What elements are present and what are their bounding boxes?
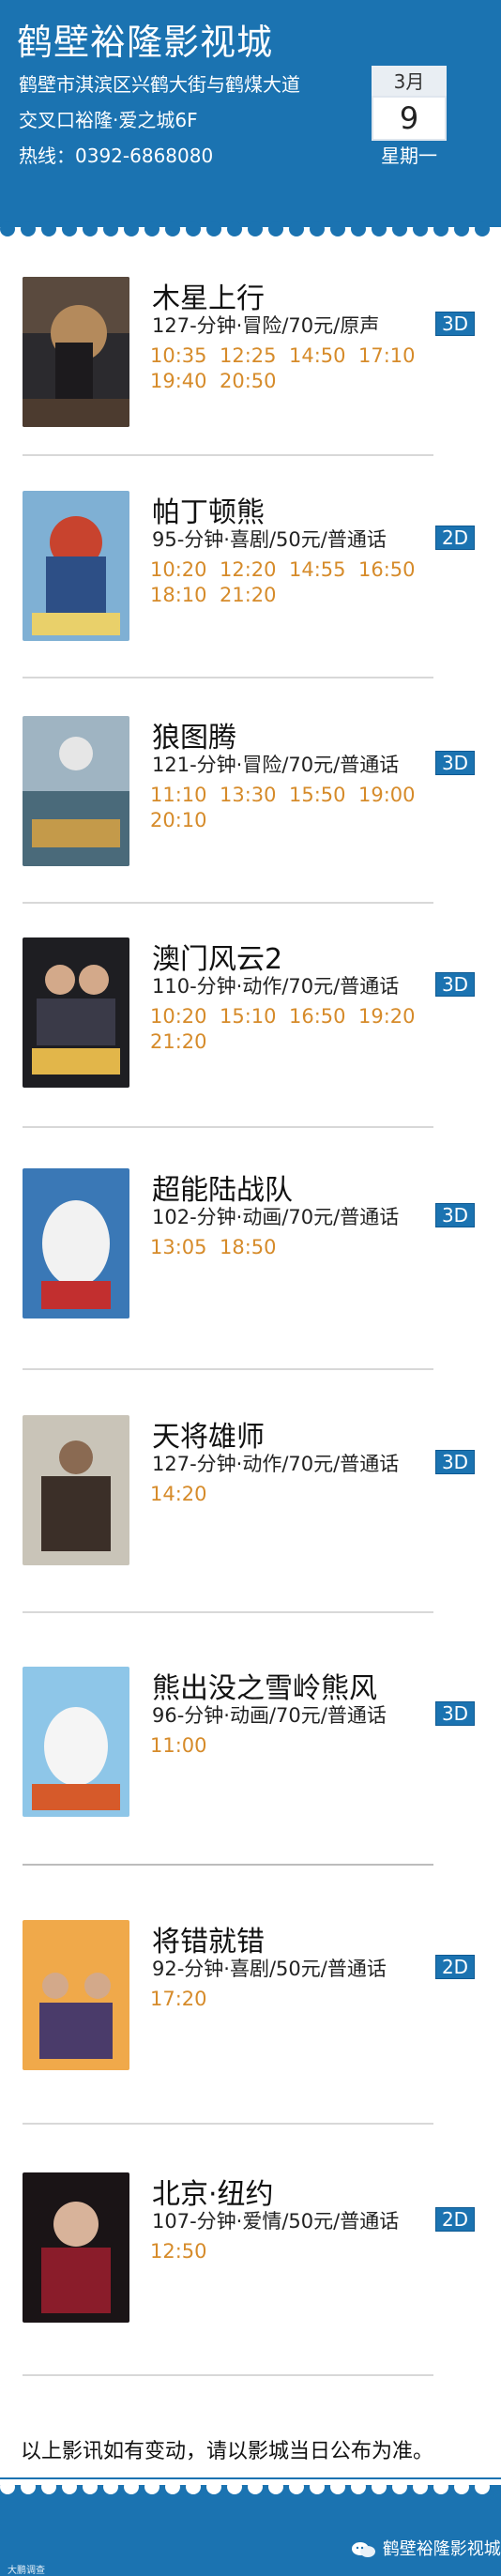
format-badge: 2D <box>435 1955 475 1979</box>
showtimes: 10:35 12:25 14:50 17:10 19:40 20:50 <box>150 344 450 395</box>
showtime[interactable]: 19:40 <box>150 370 220 392</box>
showtime[interactable]: 17:10 <box>358 344 428 367</box>
showtimes: 12:50 <box>150 2240 450 2265</box>
showtime[interactable]: 18:50 <box>220 1236 289 1258</box>
showtimes: 11:10 13:30 15:50 19:00 20:10 <box>150 784 450 834</box>
address-line-2: 交叉口裕隆·爱之城6F <box>19 109 198 131</box>
movie-info: 96-分钟·动画/70元/普通话 <box>152 1704 387 1727</box>
showtime[interactable]: 10:35 <box>150 344 220 367</box>
poster-image <box>23 2172 129 2323</box>
showtime[interactable]: 14:20 <box>150 1483 220 1505</box>
divider <box>23 2374 433 2376</box>
poster-image <box>23 716 129 866</box>
divider <box>23 902 433 904</box>
poster-image <box>23 1667 129 1817</box>
showtime[interactable]: 20:10 <box>150 809 220 831</box>
poster-image <box>23 937 129 1088</box>
showtime[interactable]: 16:50 <box>358 558 428 581</box>
divider <box>23 2123 433 2125</box>
showtime[interactable]: 20:50 <box>220 370 289 392</box>
wechat-account-name: 鹤壁裕隆影视城 <box>382 2539 501 2559</box>
format-badge: 3D <box>435 1450 475 1474</box>
address-line-1: 鹤壁市淇滨区兴鹤大街与鹤煤大道 <box>19 73 300 96</box>
format-badge: 3D <box>435 972 475 997</box>
poster-image <box>23 1168 129 1318</box>
scallop-top-edge <box>0 221 501 240</box>
date-calendar: 3月 9 星期一 <box>372 66 447 167</box>
divider <box>23 1611 433 1613</box>
showtime[interactable]: 11:00 <box>150 1734 220 1757</box>
showtime[interactable]: 14:50 <box>289 344 358 367</box>
date-month: 3月 <box>372 66 447 98</box>
divider <box>23 1368 433 1370</box>
showtime[interactable]: 15:10 <box>220 1005 289 1028</box>
divider <box>23 454 433 456</box>
movie-info: 95-分钟·喜剧/50元/普通话 <box>152 528 387 551</box>
movie-info: 102-分钟·动画/70元/普通话 <box>152 1206 400 1228</box>
showtimes: 10:20 12:20 14:55 16:50 18:10 21:20 <box>150 558 450 609</box>
header: 鹤壁裕隆影视城 鹤壁市淇滨区兴鹤大街与鹤煤大道 交叉口裕隆·爱之城6F 热线：0… <box>0 0 501 227</box>
showtime[interactable]: 21:20 <box>220 584 289 606</box>
movie-info: 92-分钟·喜剧/50元/普通话 <box>152 1958 387 1980</box>
movie-info: 127-分钟·冒险/70元/原声 <box>152 314 380 337</box>
showtime[interactable]: 18:10 <box>150 584 220 606</box>
showtimes: 17:20 <box>150 1988 450 2013</box>
divider <box>23 677 433 678</box>
showtimes: 11:00 <box>150 1734 450 1760</box>
showtime[interactable]: 19:20 <box>358 1005 428 1028</box>
showtime[interactable]: 12:20 <box>220 558 289 581</box>
date-day: 9 <box>372 96 447 141</box>
format-badge: 2D <box>435 526 475 550</box>
format-badge: 3D <box>435 751 475 775</box>
showtime[interactable]: 13:05 <box>150 1236 220 1258</box>
showtime[interactable]: 21:20 <box>150 1030 220 1053</box>
divider <box>23 1864 433 1866</box>
wechat-footer[interactable]: 鹤壁裕隆影视城 <box>351 2536 501 2560</box>
showtime[interactable]: 16:50 <box>289 1005 358 1028</box>
showtime[interactable]: 12:25 <box>220 344 289 367</box>
showtime[interactable]: 13:30 <box>220 784 289 806</box>
schedule-page: 鹤壁裕隆影视城 鹤壁市淇滨区兴鹤大街与鹤煤大道 交叉口裕隆·爱之城6F 热线：0… <box>0 0 501 2576</box>
poster-image <box>23 491 129 641</box>
showtimes: 14:20 <box>150 1483 450 1508</box>
showtime[interactable]: 11:10 <box>150 784 220 806</box>
showtime[interactable]: 17:20 <box>150 1988 220 2010</box>
poster-image <box>23 1415 129 1565</box>
showtime[interactable]: 14:55 <box>289 558 358 581</box>
format-badge: 3D <box>435 312 475 336</box>
date-weekday: 星期一 <box>381 145 437 167</box>
cinema-name: 鹤壁裕隆影视城 <box>17 22 274 63</box>
showtime[interactable]: 10:20 <box>150 558 220 581</box>
showtime[interactable]: 19:00 <box>358 784 428 806</box>
movie-info: 110-分钟·动作/70元/普通话 <box>152 975 400 998</box>
format-badge: 3D <box>435 1701 475 1726</box>
wechat-icon <box>352 2542 375 2557</box>
showtime[interactable]: 12:50 <box>150 2240 220 2263</box>
showtimes: 13:05 18:50 <box>150 1236 450 1261</box>
movie-info: 107-分钟·爱情/50元/普通话 <box>152 2210 400 2233</box>
phone-number: 热线：0392-6868080 <box>19 145 214 167</box>
showtime[interactable]: 15:50 <box>289 784 358 806</box>
movie-info: 121-分钟·冒险/70元/普通话 <box>152 754 400 776</box>
format-badge: 2D <box>435 2207 475 2232</box>
poster-image <box>23 277 129 427</box>
showtimes: 10:20 15:10 16:50 19:20 21:20 <box>150 1005 450 1056</box>
poster-image <box>23 1920 129 2070</box>
notice-text: 以上影讯如有变动，请以影城当日公布为准。 <box>21 2440 434 2463</box>
movie-info: 127-分钟·动作/70元/普通话 <box>152 1453 400 1475</box>
divider <box>23 1126 433 1128</box>
showtime[interactable]: 10:20 <box>150 1005 220 1028</box>
scallop-bottom-edge <box>0 2479 501 2494</box>
format-badge: 3D <box>435 1203 475 1227</box>
